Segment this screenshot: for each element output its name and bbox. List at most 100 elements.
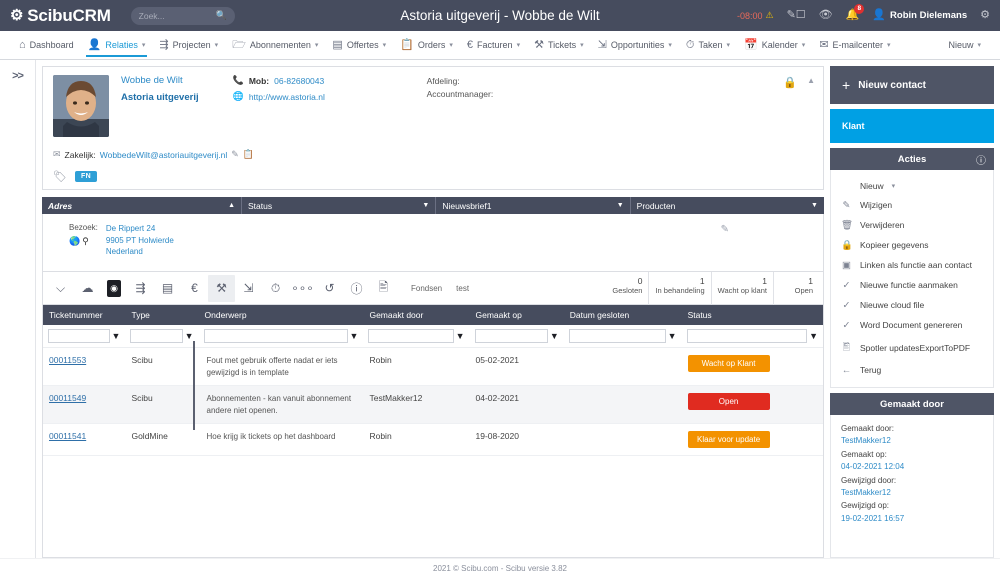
new-contact-button[interactable]: + Nieuw contact [830,66,994,104]
funnel-icon[interactable]: ▼ [185,331,194,341]
ticket-dark-icon[interactable]: ◉ [107,279,121,297]
timezone-indicator[interactable]: -08:00 ⚠ [737,10,774,21]
status-badge[interactable]: Wacht op Klant [687,355,770,372]
filter-input-ticketnummer[interactable] [48,329,110,343]
section-tab-producten[interactable]: Producten ▼ [630,197,824,214]
meta-value[interactable]: 19-02-2021 16:57 [841,513,983,525]
handshake-icon[interactable]: ⇲ [235,275,262,302]
action-terug[interactable]: ← Terug [831,360,993,380]
counter-in-behandeling[interactable]: 1 In behandeling [648,271,710,305]
filter-input-gemaakt-op[interactable] [474,329,548,343]
section-tab-nieuwsbrief1[interactable]: Nieuwsbrief1 ▼ [436,197,631,214]
meta-value[interactable]: TestMakker12 [841,487,983,499]
nav-item-kalender[interactable]: 📅 Kalender ▾ [737,31,812,60]
action-wijzigen[interactable]: ✎ Wijzigen [831,195,993,215]
action-nieuwe-functie[interactable]: ✓ Nieuwe functie aanmaken [831,275,993,295]
pencil-icon[interactable]: ✎ [231,149,239,160]
column-status[interactable]: Status [681,305,823,325]
filter-input-datum-gesloten[interactable] [568,329,666,343]
action-word-document[interactable]: ✓ Word Document genereren [831,315,993,335]
action-verwijderen[interactable]: 🗑 Verwijderen [831,215,993,235]
column-gemaakt-door[interactable]: Gemaakt door [363,305,470,325]
action-kopieer-gegevens[interactable]: 🔒 Kopieer gegevens [831,235,993,255]
status-badge[interactable]: Klaar voor update [687,431,770,449]
address-map-icons[interactable]: 🌎⚲ [69,236,91,247]
website-link[interactable]: http://www.astoria.nl [249,92,325,102]
contact-company[interactable]: Astoria uitgeverij [121,92,199,103]
ticket-link[interactable]: 00011549 [49,393,86,403]
nav-item-taken[interactable]: ⏱ Taken ▾ [679,31,737,60]
upload-cloud-icon[interactable]: ☁ [74,275,101,302]
counter-wacht-op-klant[interactable]: 1 Wacht op klant [710,271,773,305]
nav-item-nieuw[interactable]: Nieuw ▾ [941,31,988,60]
nav-item-emailcenter[interactable]: ✉ E-mailcenter ▾ [812,31,897,60]
funnel-icon[interactable]: ▼ [550,331,559,341]
email-value[interactable]: WobbedeWilt@astoriauitgeverij.nl [100,150,228,160]
nav-item-projecten[interactable]: ⇶ Projecten ▾ [152,31,225,60]
nav-item-abonnementen[interactable]: 🗁 Abonnementen ▾ [225,31,325,60]
column-ticketnummer[interactable]: Ticketnummer [43,305,126,325]
user-menu[interactable]: 👤 Robin Dielemans [872,10,967,22]
nav-item-relaties[interactable]: 👤 Relaties ▾ [81,31,153,60]
funnel-icon[interactable]: ▼ [809,331,818,341]
filter-input-type[interactable] [130,329,183,343]
eye-icon[interactable]: 👁 [819,10,833,21]
bell-icon[interactable]: 🔔 8 [846,4,865,21]
contact-name[interactable]: Wobbe de Wilt [121,75,199,86]
meta-value[interactable]: TestMakker12 [841,435,983,447]
brand-logo[interactable]: ⚙ ScibuCRM [10,6,111,26]
calculator-icon[interactable]: ▤ [154,275,181,302]
nav-item-dashboard[interactable]: ⌂ Dashboard [12,31,81,60]
klant-badge[interactable]: Klant [830,109,994,143]
nav-item-opportunities[interactable]: ⇲ Opportunities ▾ [591,31,679,60]
euro-icon[interactable]: € [181,275,208,302]
counter-open[interactable]: 1 Open [773,271,819,305]
status-badge[interactable]: Open [687,393,770,411]
column-gemaakt-op[interactable]: Gemaakt op [469,305,564,325]
section-tab-status[interactable]: Status ▼ [242,197,437,214]
column-type[interactable]: Type [125,305,199,325]
filter-input-gemaakt-door[interactable] [368,329,454,343]
toolbar-label-fondsen[interactable]: Fondsen [411,284,442,293]
mobile-value[interactable]: 06-82680043 [274,76,324,86]
search-input[interactable] [138,10,211,21]
column-onderwerp[interactable]: Onderwerp [198,305,364,325]
table-row[interactable]: 00011541 GoldMine Hoe krijg ik tickets o… [43,423,823,457]
pencil-icon[interactable]: ✎ [721,224,729,235]
action-nieuw[interactable]: Nieuw ▾ [831,176,993,195]
search-box[interactable]: 🔍 [130,6,235,25]
ticket-link[interactable]: 00011541 [49,431,86,441]
info-icon[interactable]: ⓘ [976,152,986,167]
caret-up-icon[interactable]: ▲ [807,76,815,85]
counter-gesloten[interactable]: 0 Gesloten [602,272,648,305]
sitemap-icon[interactable]: ⇶ [127,275,154,302]
nav-item-orders[interactable]: 📋 Orders ▾ [393,31,460,60]
copy-icon[interactable]: 📋 [243,149,254,160]
meta-value[interactable]: 04-02-2021 12:04 [841,461,983,473]
table-row[interactable]: 00011549 Scibu Abonnementen - kan vanuit… [43,378,823,431]
funnel-icon[interactable]: ▼ [112,331,121,341]
funnel-icon[interactable]: ▼ [668,331,677,341]
nav-item-facturen[interactable]: € Facturen ▾ [460,31,527,60]
action-spotler-export-pdf[interactable]: 🖺 Spotler updatesExportToPDF [831,335,993,360]
funnel-icon[interactable]: ▼ [456,331,465,341]
document-icon[interactable]: 🖹 [370,275,397,302]
address-value[interactable]: De Rippert 24 9905 PT Holwierde Nederlan… [106,223,174,258]
table-row[interactable]: 00011553 Scibu Fout met gebruik offerte … [43,340,823,392]
more-dots-icon[interactable]: ∘∘∘ [289,275,316,302]
action-linken-als-functie[interactable]: ▣ Linken als functie aan contact [831,255,993,275]
nav-item-tickets[interactable]: ⚒ Tickets ▾ [527,31,591,60]
note-icon[interactable]: ⌵ [47,275,74,302]
section-tab-adres[interactable]: Adres ▲ [42,197,242,214]
tools-icon[interactable]: ⚒ [208,274,235,302]
tag-icon[interactable]: 🏷 [53,170,67,183]
gear-icon[interactable]: ⚙ [980,10,990,21]
ticket-link[interactable]: 00011553 [49,355,86,365]
expand-sidebar-button[interactable]: >> [12,70,24,558]
column-datum-gesloten[interactable]: Datum gesloten [563,305,682,325]
lock-icon[interactable]: 🔒 [783,76,797,89]
toolbar-label-test[interactable]: test [456,284,469,293]
map-pin-icon[interactable]: ⚲ [82,236,91,246]
clock-icon[interactable]: ⏱ [262,275,289,302]
nav-item-offertes[interactable]: ▤ Offertes ▾ [325,31,393,60]
